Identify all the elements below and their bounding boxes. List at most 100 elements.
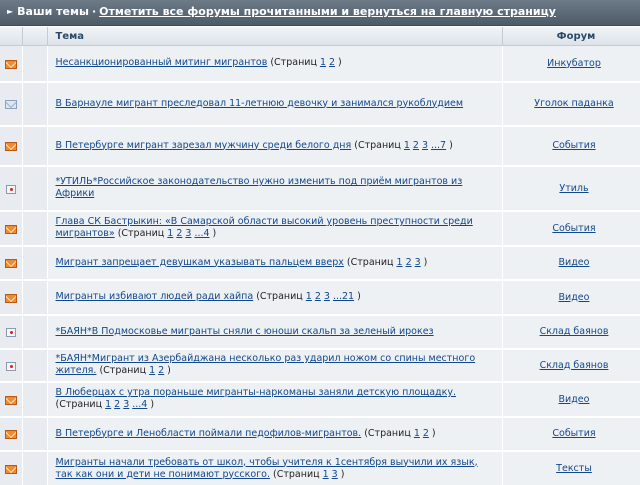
page-link[interactable]: 3 bbox=[332, 469, 338, 480]
topic-cell: Несанкционированный митинг мигрантов (Ст… bbox=[47, 45, 503, 83]
topic-status-cell bbox=[0, 279, 23, 316]
topic-title-link[interactable]: Мигранты начали требовать от школ, чтобы… bbox=[56, 457, 478, 480]
topic-type-cell bbox=[22, 450, 48, 485]
topic-cell: В Петербурге мигрант зарезал мужчину сре… bbox=[47, 125, 503, 167]
forum-link[interactable]: Уголок паданка bbox=[534, 98, 613, 109]
topic-row: *УТИЛЬ*Российское законодательство нужно… bbox=[0, 165, 640, 212]
topic-status-cell bbox=[0, 348, 23, 383]
page-link[interactable]: 1 bbox=[167, 228, 173, 239]
title-separator: · bbox=[91, 5, 97, 18]
topic-title-link[interactable]: Мигранты избивают людей ради хайпа bbox=[56, 291, 254, 302]
page-link[interactable]: 1 bbox=[323, 469, 329, 480]
forum-cell: События bbox=[502, 125, 640, 167]
forum-link[interactable]: Видео bbox=[559, 257, 590, 268]
topic-type-cell bbox=[22, 245, 48, 281]
topic-title-link[interactable]: Мигрант запрещает девушкам указывать пал… bbox=[56, 257, 344, 268]
blank-column-header bbox=[22, 27, 48, 46]
page-link[interactable]: 2 bbox=[158, 365, 164, 376]
page-link[interactable]: 2 bbox=[423, 428, 429, 439]
envelope-icon bbox=[4, 224, 17, 234]
forum-cell: Склад баянов bbox=[502, 348, 640, 383]
topic-title-link[interactable]: *БАЯН*В Подмосковье мигранты сняли с юно… bbox=[56, 326, 434, 337]
icon-column-header bbox=[0, 27, 23, 46]
mark-all-read-link[interactable]: Отметить все форумы прочитанными и верну… bbox=[99, 5, 556, 18]
page-link[interactable]: 1 bbox=[306, 291, 312, 302]
page-link[interactable]: 3 bbox=[185, 228, 191, 239]
page-link[interactable]: ...4 bbox=[194, 228, 209, 239]
forum-link[interactable]: События bbox=[552, 223, 595, 234]
forum-link[interactable]: События bbox=[552, 428, 595, 439]
topic-cell: *БАЯН*В Подмосковье мигранты сняли с юно… bbox=[47, 314, 503, 350]
topic-row: В Петербурге и Ленобласти поймали педофи… bbox=[0, 416, 640, 452]
topic-type-cell bbox=[22, 416, 48, 452]
page-link[interactable]: 3 bbox=[324, 291, 330, 302]
topic-row: Мигранты начали требовать от школ, чтобы… bbox=[0, 450, 640, 485]
announcement-icon bbox=[5, 184, 16, 194]
pages-prefix: (Страниц bbox=[346, 256, 394, 268]
topic-title-link[interactable]: Несанкционированный митинг мигрантов bbox=[56, 57, 268, 68]
forum-link[interactable]: События bbox=[552, 140, 595, 151]
forum-link[interactable]: Склад баянов bbox=[540, 326, 609, 337]
page-link[interactable]: 1 bbox=[149, 365, 155, 376]
topic-status-cell bbox=[0, 381, 23, 418]
topic-title-link[interactable]: В Люберцах с утра пораньше мигранты-нарк… bbox=[56, 387, 456, 398]
topic-type-cell bbox=[22, 125, 48, 167]
pages-prefix: (Страниц bbox=[273, 468, 320, 480]
topics-table: Тема Форум Несанкционированный митинг ми… bbox=[0, 27, 640, 485]
pages-suffix: ) bbox=[338, 57, 342, 69]
page-link[interactable]: 2 bbox=[406, 257, 412, 268]
page-link[interactable]: 2 bbox=[176, 228, 182, 239]
topic-row: *БАЯН*Мигрант из Азербайджана несколько … bbox=[0, 348, 640, 383]
forum-link[interactable]: Тексты bbox=[556, 463, 592, 474]
topic-title-link[interactable]: В Петербурге и Ленобласти поймали педофи… bbox=[56, 428, 362, 439]
page-link[interactable]: 1 bbox=[105, 399, 111, 410]
forum-link[interactable]: Видео bbox=[559, 292, 590, 303]
topic-status-cell bbox=[0, 245, 23, 281]
topic-row: Мигранты избивают людей ради хайпа (Стра… bbox=[0, 279, 640, 316]
page-link[interactable]: 1 bbox=[414, 428, 420, 439]
pages-suffix: ) bbox=[150, 399, 155, 410]
pages-prefix: (Страниц bbox=[354, 139, 401, 151]
forum-cell: События bbox=[502, 210, 640, 247]
pages-suffix: ) bbox=[357, 291, 361, 302]
page-link[interactable]: ...4 bbox=[132, 399, 147, 410]
topic-status-cell bbox=[0, 125, 23, 167]
forum-link[interactable]: Склад баянов bbox=[540, 360, 609, 371]
forum-column-header: Форум bbox=[502, 27, 640, 46]
page-link[interactable]: 3 bbox=[123, 399, 129, 410]
forum-link[interactable]: Утиль bbox=[559, 183, 588, 194]
topic-row: Глава СК Бастрыкин: «В Самарской области… bbox=[0, 210, 640, 247]
topic-cell: В Люберцах с утра пораньше мигранты-нарк… bbox=[47, 381, 503, 418]
page-link[interactable]: 2 bbox=[413, 140, 419, 151]
page-link[interactable]: 3 bbox=[422, 140, 428, 151]
topic-status-cell bbox=[0, 210, 23, 247]
topic-type-cell bbox=[22, 348, 48, 383]
pages-suffix: ) bbox=[449, 139, 453, 151]
pages-suffix: ) bbox=[423, 256, 428, 268]
page-link[interactable]: ...7 bbox=[431, 140, 446, 151]
forum-link[interactable]: Инкубатор bbox=[547, 58, 601, 69]
topic-row: Несанкционированный митинг мигрантов (Ст… bbox=[0, 45, 640, 83]
forum-cell: Видео bbox=[502, 245, 640, 281]
topic-type-cell bbox=[22, 381, 48, 418]
forum-cell: Видео bbox=[502, 279, 640, 316]
forum-cell: Уголок паданка bbox=[502, 81, 640, 127]
topic-title-link[interactable]: В Барнауле мигрант преследовал 11-летнюю… bbox=[56, 98, 464, 109]
topic-cell: В Барнауле мигрант преследовал 11-летнюю… bbox=[47, 81, 503, 127]
page-link[interactable]: 1 bbox=[397, 257, 403, 268]
forum-cell: Утиль bbox=[502, 165, 640, 212]
page-link[interactable]: 3 bbox=[415, 257, 421, 268]
page-link[interactable]: 2 bbox=[329, 57, 335, 68]
page-link[interactable]: 2 bbox=[315, 291, 321, 302]
topic-title-link[interactable]: В Петербурге мигрант зарезал мужчину сре… bbox=[56, 140, 352, 151]
topic-title-link[interactable]: *УТИЛЬ*Российское законодательство нужно… bbox=[56, 176, 463, 199]
forum-link[interactable]: Видео bbox=[559, 394, 590, 405]
forum-cell: Тексты bbox=[502, 450, 640, 485]
pages-suffix: ) bbox=[167, 365, 171, 376]
page-link[interactable]: 1 bbox=[404, 140, 410, 151]
page-link[interactable]: 2 bbox=[114, 399, 120, 410]
page-link[interactable]: ...21 bbox=[333, 291, 354, 302]
page-link[interactable]: 1 bbox=[320, 57, 326, 68]
forum-cell: Инкубатор bbox=[502, 45, 640, 83]
topic-status-cell bbox=[0, 165, 23, 212]
